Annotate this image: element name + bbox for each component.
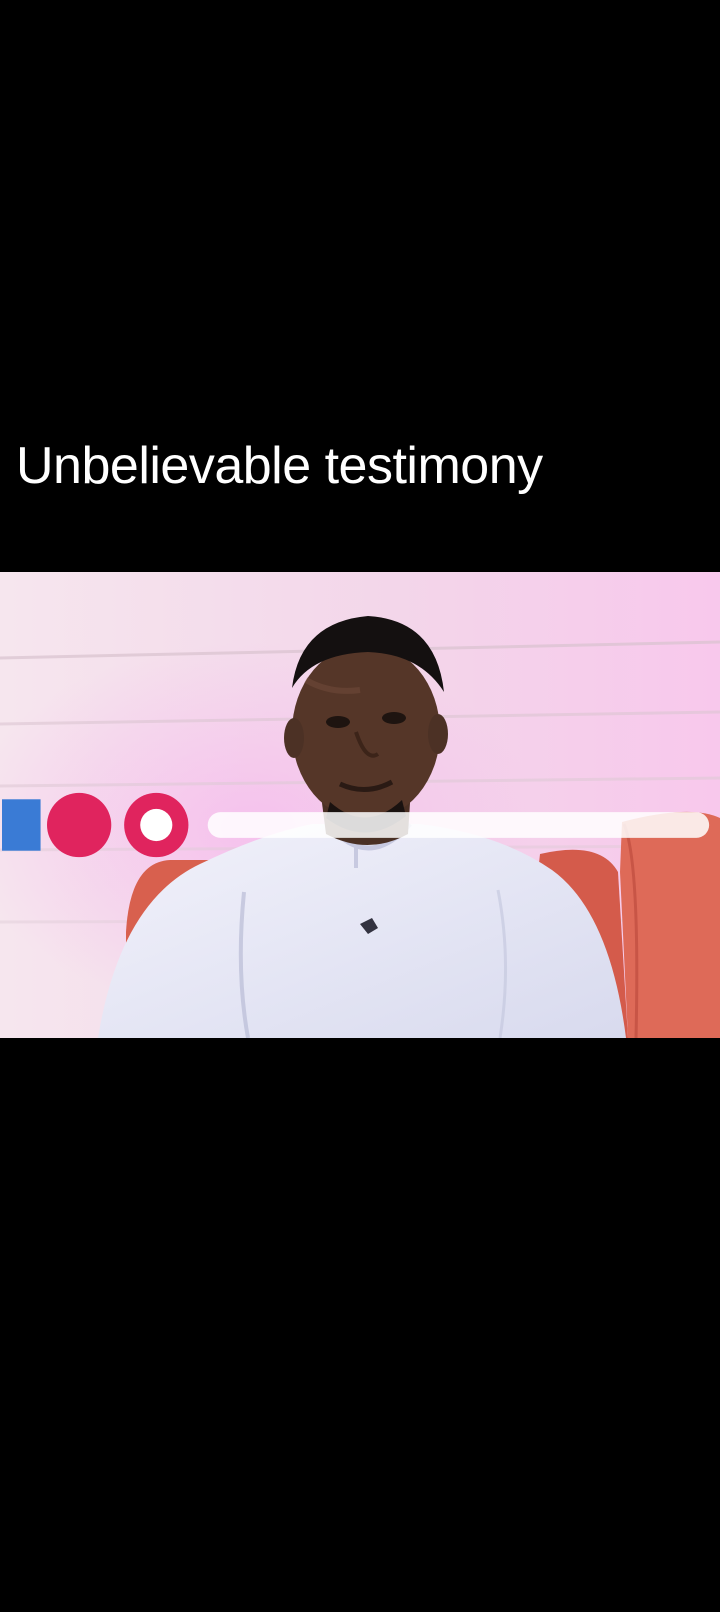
caption-text: Unbelievable testimony [16,437,543,495]
video-frame[interactable] [0,572,720,1038]
channel-logo-icon [2,592,710,858]
